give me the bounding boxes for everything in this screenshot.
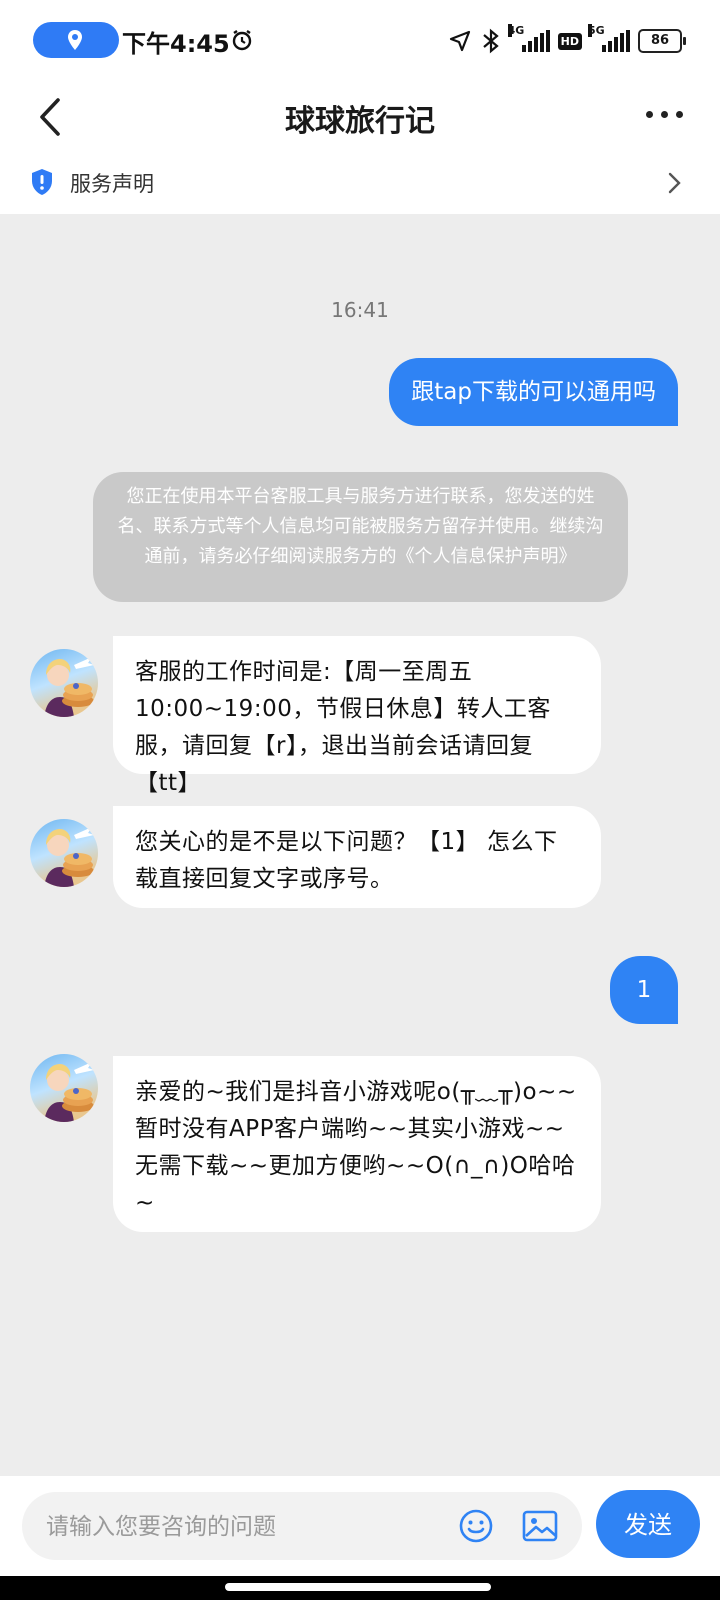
service-statement-label: 服务声明 [70,172,154,196]
emoji-icon[interactable] [458,1508,494,1544]
title-bar: 球球旅行记 [0,80,720,150]
shield-icon [32,169,52,195]
chat-area[interactable]: 16:41 跟tap下载的可以通用吗 您正在使用本平台客服工具与服务方进行联系，… [0,214,720,1476]
service-statement-bar[interactable]: 服务声明 [0,150,720,214]
more-options-button[interactable] [646,102,690,126]
home-indicator[interactable] [225,1583,491,1591]
agent-message-bubble[interactable]: 亲爱的~我们是抖音小游戏呢o(╥﹏╥)o~~暂时没有APP客户端哟~~其实小游戏… [113,1056,601,1232]
agent-message-bubble[interactable]: 您关心的是不是以下问题？【1】 怎么下载直接回复文字或序号。 [113,806,601,908]
alarm-icon [232,30,252,51]
user-message-bubble[interactable]: 1 [610,956,678,1024]
agent-avatar-image [44,1062,94,1122]
network-5g-label: 5G [588,24,605,37]
chevron-right-icon [668,172,681,194]
battery-icon: 86 [638,29,686,53]
status-time: 下午4:45 [122,30,230,58]
hd-badge: HD [557,32,582,50]
home-indicator-bar [0,1576,720,1600]
agent-avatar-image [44,657,94,717]
agent-avatar[interactable] [30,649,98,717]
message-input[interactable] [44,1508,428,1546]
more-dot-icon [646,110,653,118]
bluetooth-icon [482,28,499,54]
agent-avatar[interactable] [30,1054,98,1122]
image-icon[interactable] [522,1510,558,1542]
signal-5g-icon: 5G [588,24,630,52]
message-timestamp: 16:41 [331,298,389,322]
location-indicator[interactable] [33,22,119,58]
message-input-container[interactable] [22,1492,582,1560]
user-message-bubble[interactable]: 跟tap下载的可以通用吗 [389,358,678,426]
more-dot-icon [661,110,668,118]
more-dot-icon [676,110,683,118]
send-button[interactable]: 发送 [596,1490,700,1558]
agent-avatar[interactable] [30,819,98,887]
agent-avatar-image [44,827,94,887]
status-icons: 4G HD 5G 86 [448,24,686,58]
signal-4g-icon: 4G [507,24,550,52]
status-bar: 下午4:45 4G HD 5G 86 [0,0,720,80]
location-pin-icon [68,30,82,50]
privacy-notice: 您正在使用本平台客服工具与服务方进行联系，您发送的姓名、联系方式等个人信息均可能… [93,472,628,602]
page-title: 球球旅行记 [285,104,435,139]
navigation-arrow-icon [449,30,470,52]
agent-message-bubble[interactable]: 客服的工作时间是:【周一至周五10:00~19:00，节假日休息】转人工客服，请… [113,636,601,796]
network-4g-label: 4G [507,24,525,37]
